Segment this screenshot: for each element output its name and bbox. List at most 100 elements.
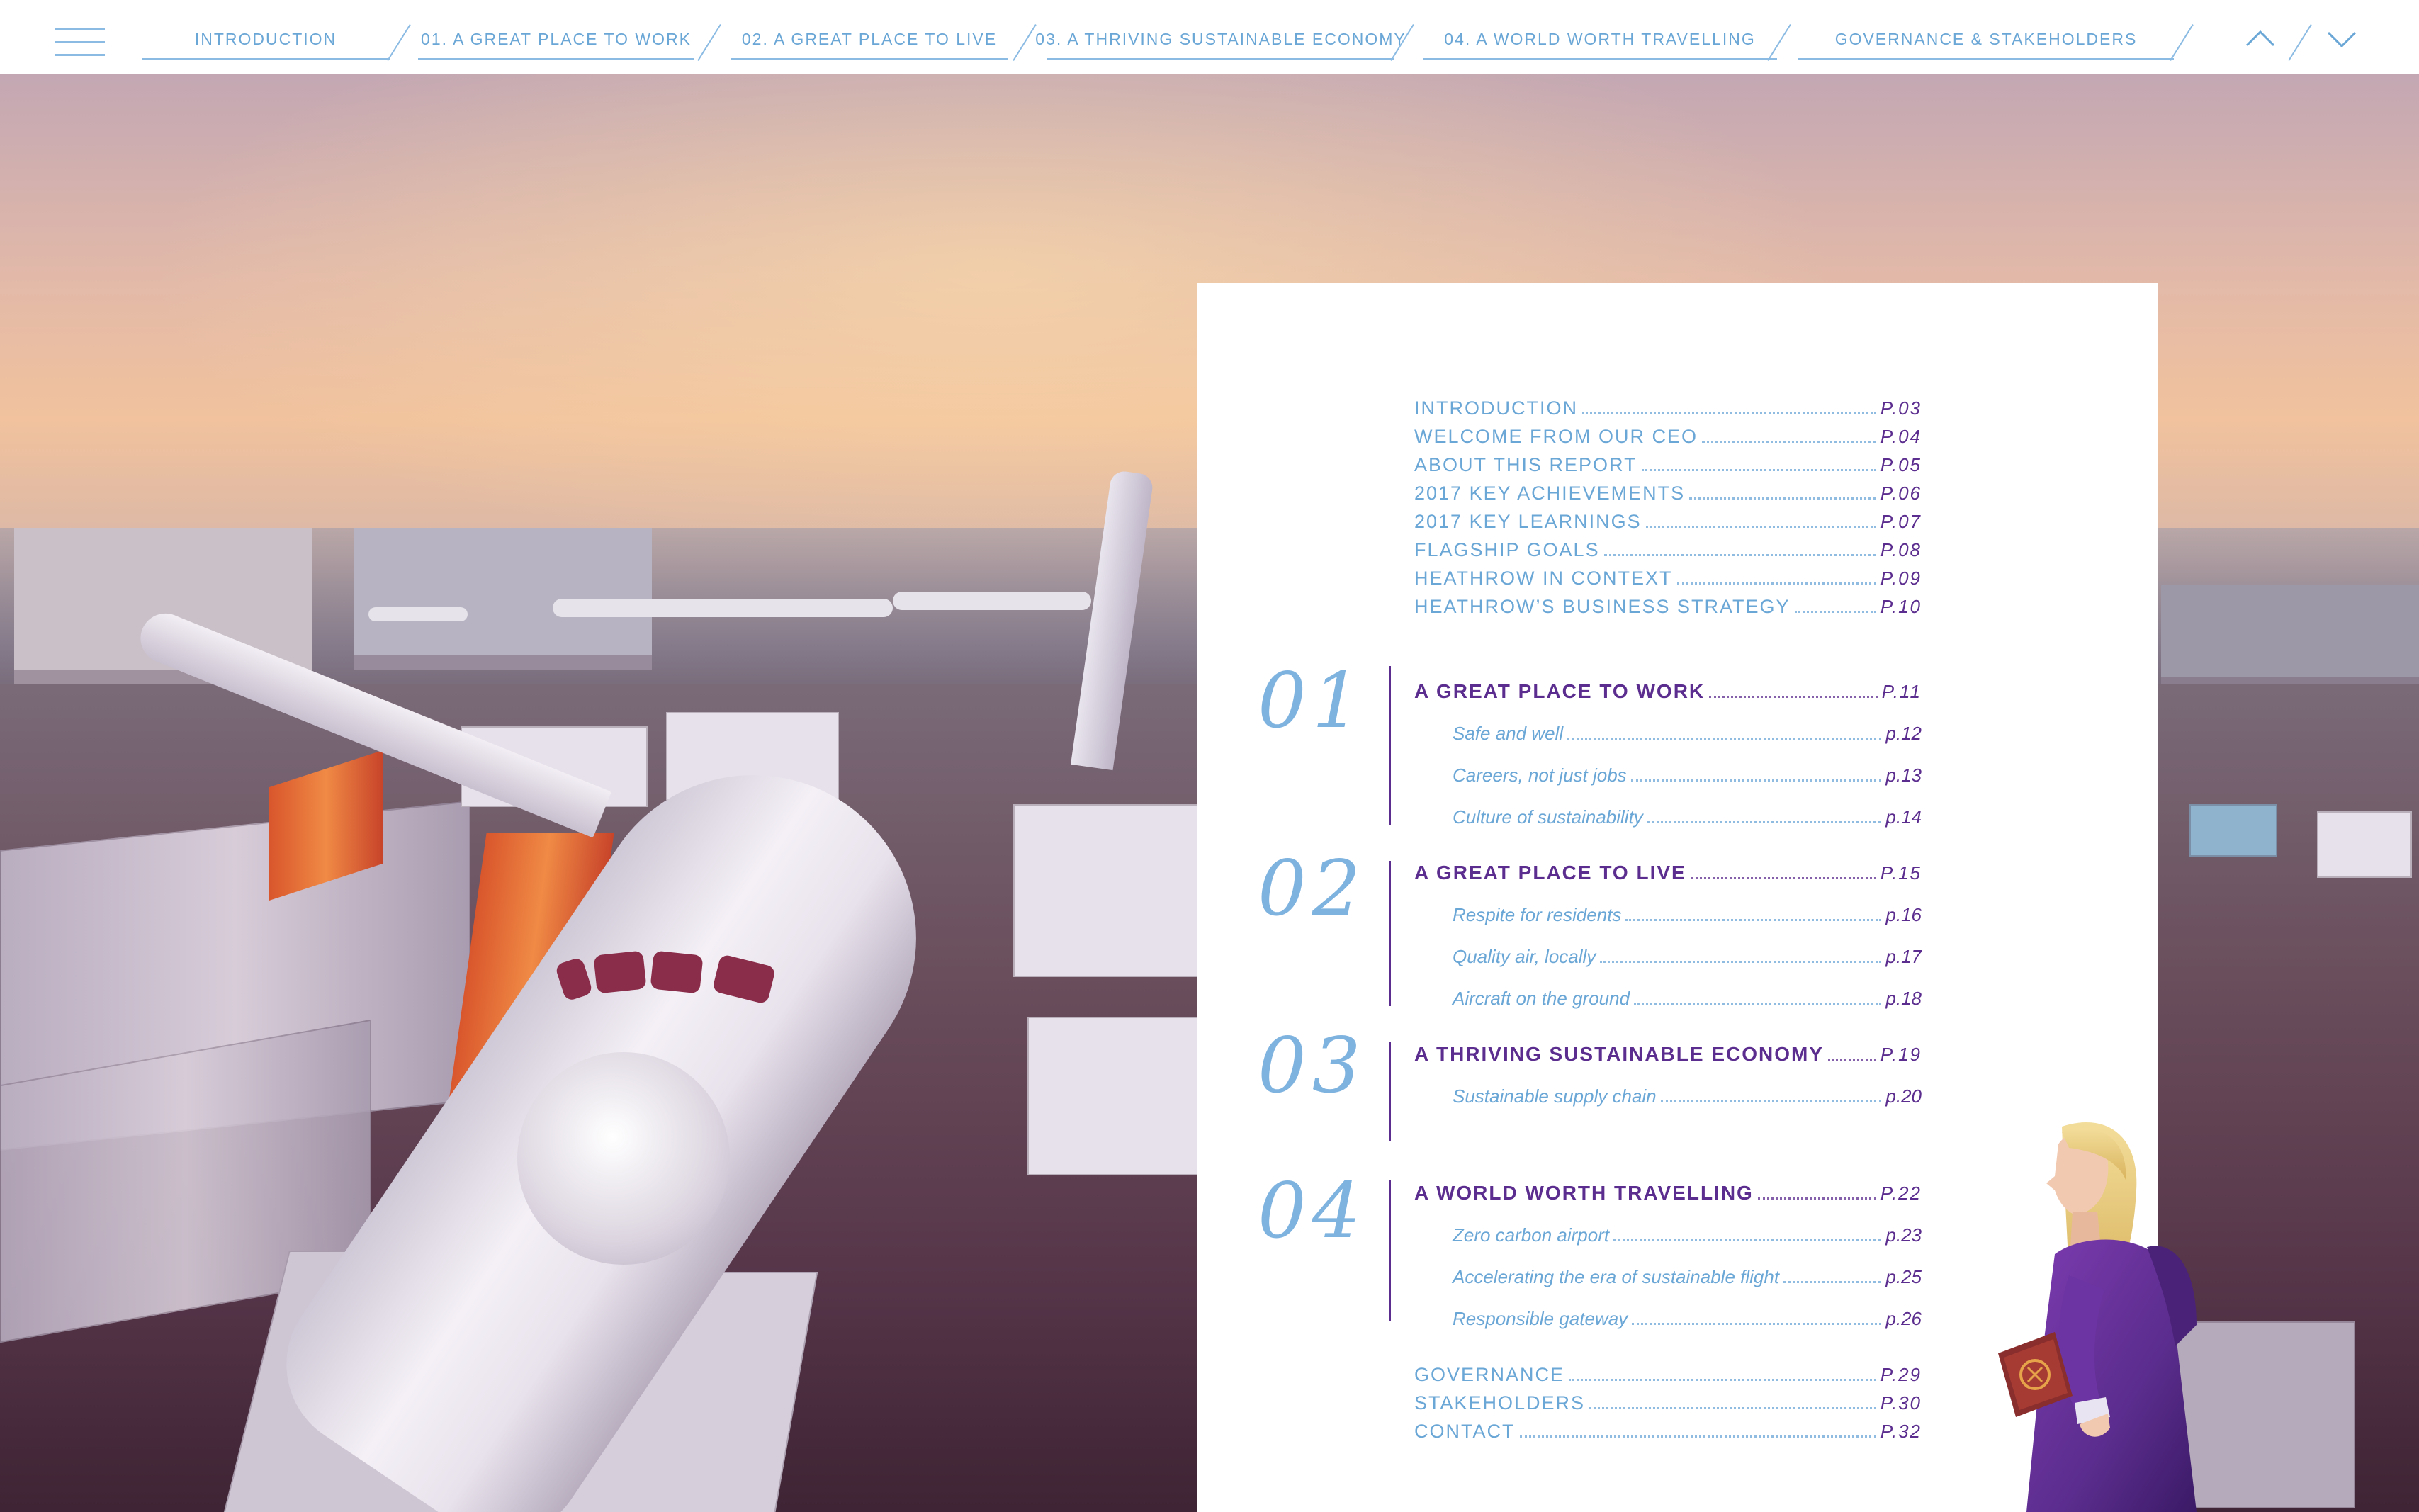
toc-item-page: p.29 [1880, 1364, 1922, 1385]
toc-item-page: p.25 [1885, 1266, 1922, 1287]
toc-item-page: p.22 [1880, 1183, 1922, 1204]
section-divider-bar [1389, 861, 1391, 1006]
section-divider-bar [1389, 1042, 1391, 1141]
toc-item-contact[interactable]: CONTACT p.32 [1414, 1414, 1922, 1443]
toc-item-page: p.13 [1885, 765, 1922, 786]
toc-item-label: ABOUT THIS REPORT [1414, 454, 1637, 475]
toc-item-page: p.23 [1885, 1224, 1922, 1246]
section-number-01: 01 [1258, 657, 1367, 745]
far-building [2161, 585, 2419, 691]
toc-item-page: p.07 [1880, 511, 1922, 532]
toc-item-label: HEATHROW’S BUSINESS STRATEGY [1414, 596, 1791, 617]
toc-item-page: p.14 [1885, 806, 1922, 828]
toc-item-label: Quality air, locally [1453, 946, 1596, 967]
toc-subitem-responsible-gateway[interactable]: Responsible gateway p.26 [1453, 1302, 1922, 1330]
toc-section-great-place-to-work[interactable]: A GREAT PLACE TO WORK p.11 [1414, 675, 1922, 703]
section-number-04: 04 [1258, 1167, 1367, 1256]
toc-subitem-aircraft-ground[interactable]: Aircraft on the ground p.18 [1453, 981, 1922, 1010]
toc-item-page: p.04 [1880, 426, 1922, 447]
tug-vehicle [2317, 811, 2412, 878]
toc-item-key-learnings[interactable]: 2017 KEY LEARNINGS p.07 [1414, 504, 1922, 533]
tab-introduction[interactable]: INTRODUCTION [142, 20, 390, 60]
tab-great-place-to-work[interactable]: 01. A GREAT PLACE TO WORK [418, 20, 694, 60]
tab-thriving-sustainable-economy[interactable]: 03. A THRIVING SUSTAINABLE ECONOMY [1035, 20, 1405, 60]
toc-item-page: p.15 [1880, 862, 1922, 884]
nav-divider [2288, 24, 2312, 61]
toc-item-welcome-ceo[interactable]: WELCOME FROM OUR CEO p.04 [1414, 419, 1922, 448]
background-airplane [893, 592, 1091, 610]
toc-section-title: A GREAT PLACE TO LIVE [1414, 862, 1686, 884]
tab-governance-stakeholders[interactable]: GOVERNANCE & STAKEHOLDERS [1798, 20, 2174, 60]
toc-section-title: A GREAT PLACE TO WORK [1414, 680, 1705, 702]
toc-item-heathrow-context[interactable]: HEATHROW IN CONTEXT p.09 [1414, 561, 1922, 589]
chevron-down-icon[interactable] [2324, 21, 2359, 57]
toc-item-governance[interactable]: GOVERNANCE p.29 [1414, 1358, 1922, 1386]
chevron-up-icon[interactable] [2243, 21, 2278, 57]
toc-item-label: HEATHROW IN CONTEXT [1414, 568, 1673, 589]
toc-item-page: p.10 [1880, 596, 1922, 617]
toc-item-page: p.30 [1880, 1392, 1922, 1414]
nav-divider [1013, 24, 1037, 61]
section-divider-bar [1389, 666, 1391, 825]
toc-item-label: Safe and well [1453, 723, 1564, 744]
nav-divider [697, 24, 721, 61]
toc-item-page: p.09 [1880, 568, 1922, 589]
toc-item-introduction[interactable]: INTRODUCTION p.03 [1414, 391, 1922, 419]
toc-subitem-safe-and-well[interactable]: Safe and well p.12 [1453, 716, 1922, 745]
section-divider-bar [1389, 1180, 1391, 1321]
toc-item-page: p.16 [1885, 904, 1922, 925]
toc-section-title: A WORLD WORTH TRAVELLING [1414, 1182, 1754, 1204]
toc-subitem-zero-carbon[interactable]: Zero carbon airport p.23 [1453, 1218, 1922, 1246]
toc-item-label: CONTACT [1414, 1421, 1516, 1442]
toc-item-page: p.08 [1880, 539, 1922, 560]
toc-item-label: INTRODUCTION [1414, 397, 1578, 419]
toc-item-label: 2017 KEY ACHIEVEMENTS [1414, 483, 1686, 504]
toc-item-business-strategy[interactable]: HEATHROW’S BUSINESS STRATEGY p.10 [1414, 589, 1922, 618]
hamburger-menu-icon[interactable] [55, 28, 105, 58]
toc-item-about-report[interactable]: ABOUT THIS REPORT p.05 [1414, 448, 1922, 476]
section-number-02: 02 [1258, 845, 1367, 933]
toc-section-thriving-economy[interactable]: A THRIVING SUSTAINABLE ECONOMY p.19 [1414, 1037, 1922, 1066]
toc-item-page: p.20 [1885, 1085, 1922, 1107]
top-navigation: INTRODUCTION 01. A GREAT PLACE TO WORK 0… [0, 0, 2419, 74]
toc-item-flagship-goals[interactable]: FLAGSHIP GOALS p.08 [1414, 533, 1922, 561]
toc-item-page: p.18 [1885, 988, 1922, 1009]
toc-subitem-quality-air[interactable]: Quality air, locally p.17 [1453, 940, 1922, 968]
toc-item-page: p.05 [1880, 454, 1922, 475]
section-number-03: 03 [1258, 1022, 1367, 1110]
toc-item-key-achievements[interactable]: 2017 KEY ACHIEVEMENTS p.06 [1414, 476, 1922, 504]
service-truck [1027, 1017, 1200, 1175]
tab-great-place-to-live[interactable]: 02. A GREAT PLACE TO LIVE [731, 20, 1008, 60]
toc-subitem-respite-residents[interactable]: Respite for residents p.16 [1453, 898, 1922, 926]
background-airplane [368, 607, 468, 621]
service-truck [1013, 804, 1200, 977]
cockpit-window [650, 950, 704, 994]
toc-item-label: Culture of sustainability [1453, 806, 1643, 828]
toc-section-world-worth-travelling[interactable]: A WORLD WORTH TRAVELLING p.22 [1414, 1176, 1922, 1204]
toc-subitem-careers[interactable]: Careers, not just jobs p.13 [1453, 758, 1922, 786]
luggage-cart [2189, 804, 2277, 857]
toc-subitem-culture-sustainability[interactable]: Culture of sustainability p.14 [1453, 800, 1922, 828]
toc-item-label: Careers, not just jobs [1453, 765, 1627, 786]
toc-subitem-sustainable-flight[interactable]: Accelerating the era of sustainable flig… [1453, 1260, 1922, 1288]
cockpit-window [593, 950, 647, 994]
toc-item-page: p.11 [1881, 681, 1922, 702]
airplane-nose [517, 1052, 730, 1265]
toc-item-page: p.17 [1885, 946, 1922, 967]
toc-item-page: p.26 [1885, 1308, 1922, 1329]
toc-item-label: Respite for residents [1453, 904, 1622, 925]
toc-item-page: p.03 [1880, 397, 1922, 419]
toc-item-label: FLAGSHIP GOALS [1414, 539, 1600, 560]
toc-subitem-supply-chain[interactable]: Sustainable supply chain p.20 [1453, 1079, 1922, 1107]
nav-divider [387, 24, 411, 61]
toc-item-label: Accelerating the era of sustainable flig… [1453, 1266, 1780, 1287]
toc-item-stakeholders[interactable]: STAKEHOLDERS p.30 [1414, 1386, 1922, 1414]
toc-item-page: p.12 [1885, 723, 1922, 744]
toc-item-label: 2017 KEY LEARNINGS [1414, 511, 1642, 532]
toc-item-label: Sustainable supply chain [1453, 1085, 1657, 1107]
traveller-with-passport-icon [1998, 1122, 2197, 1512]
tab-world-worth-travelling[interactable]: 04. A WORLD WORTH TRAVELLING [1423, 20, 1777, 60]
toc-section-great-place-to-live[interactable]: A GREAT PLACE TO LIVE p.15 [1414, 856, 1922, 884]
toc-item-label: GOVERNANCE [1414, 1364, 1565, 1385]
toc-item-page: p.32 [1880, 1421, 1922, 1442]
